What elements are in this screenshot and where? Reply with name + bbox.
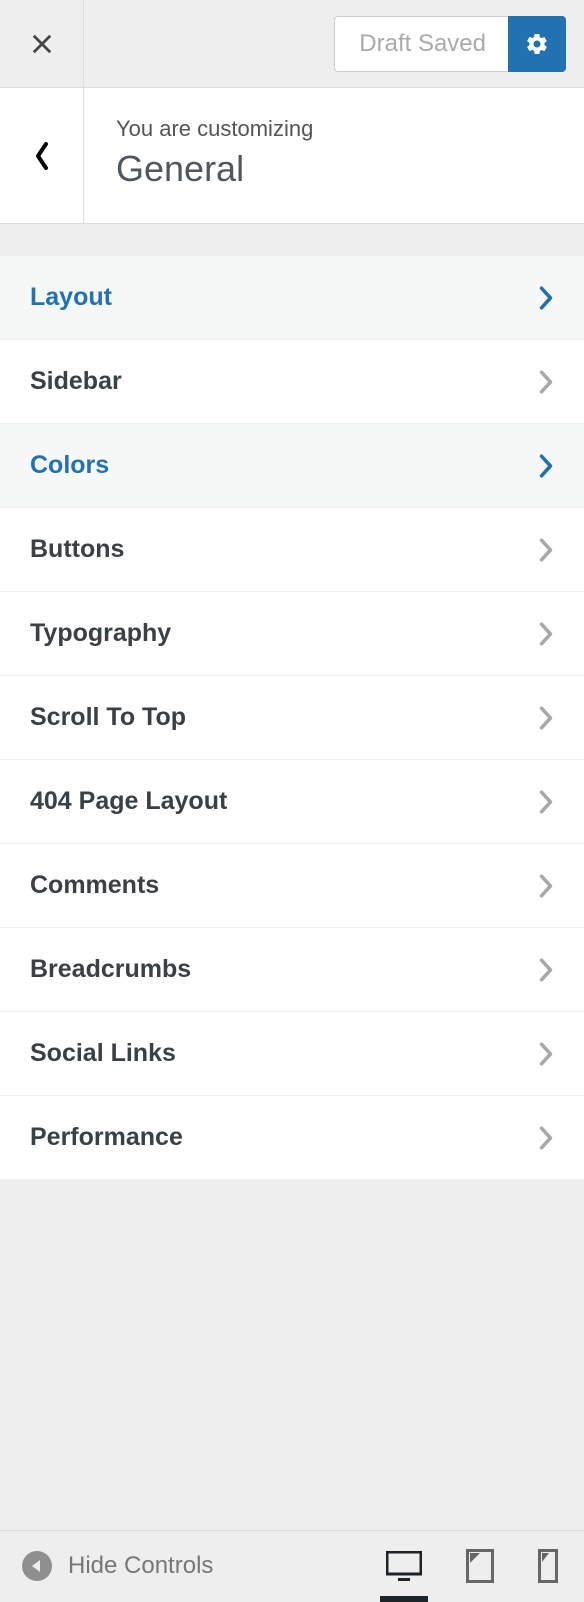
panel-title: General [116, 148, 552, 190]
chevron-right-icon [538, 872, 554, 900]
mobile-icon [538, 1549, 558, 1583]
spacer [0, 224, 584, 256]
menu-item-label: Colors [30, 451, 538, 480]
menu-item-scroll-to-top[interactable]: Scroll To Top [0, 675, 584, 760]
chevron-right-icon [538, 1124, 554, 1152]
menu-item-performance[interactable]: Performance [0, 1095, 584, 1180]
desktop-icon [386, 1551, 422, 1581]
chevron-right-icon [538, 368, 554, 396]
menu-item-typography[interactable]: Typography [0, 591, 584, 676]
panel-header: You are customizing General [0, 88, 584, 224]
menu-item-label: Performance [30, 1123, 538, 1152]
device-tablet[interactable] [466, 1531, 494, 1601]
save-status-group: Draft Saved [334, 16, 566, 72]
menu-item-label: Buttons [30, 535, 538, 564]
close-button[interactable] [0, 0, 84, 88]
panel-subtitle: You are customizing [116, 116, 552, 142]
device-switcher [386, 1531, 558, 1601]
menu-item-label: 404 Page Layout [30, 787, 538, 816]
back-button[interactable] [0, 88, 84, 223]
menu-item-buttons[interactable]: Buttons [0, 507, 584, 592]
menu-item-sidebar[interactable]: Sidebar [0, 339, 584, 424]
chevron-right-icon [538, 536, 554, 564]
gear-icon [525, 32, 549, 56]
chevron-right-icon [538, 620, 554, 648]
hide-controls-label[interactable]: Hide Controls [68, 1552, 213, 1580]
tablet-icon [466, 1549, 494, 1583]
menu-item-comments[interactable]: Comments [0, 843, 584, 928]
menu-item-label: Typography [30, 619, 538, 648]
menu-item-social-links[interactable]: Social Links [0, 1011, 584, 1096]
menu-item-breadcrumbs[interactable]: Breadcrumbs [0, 927, 584, 1012]
settings-button[interactable] [508, 16, 566, 72]
footer: Hide Controls [0, 1530, 584, 1600]
menu-item-colors[interactable]: Colors [0, 423, 584, 508]
menu-item-label: Social Links [30, 1039, 538, 1068]
device-desktop[interactable] [386, 1531, 422, 1601]
close-icon [31, 33, 53, 55]
menu-list: Layout Sidebar Colors Buttons Typography Scro… [0, 256, 584, 1180]
chevron-right-icon [538, 956, 554, 984]
draft-saved-button[interactable]: Draft Saved [334, 16, 508, 72]
chevron-left-icon [33, 141, 51, 171]
chevron-right-icon [538, 284, 554, 312]
topbar: Draft Saved [0, 0, 584, 88]
collapse-button[interactable] [22, 1551, 52, 1581]
menu-item-label: Layout [30, 283, 538, 312]
triangle-left-icon [30, 1559, 44, 1573]
chevron-right-icon [538, 704, 554, 732]
menu-item-label: Scroll To Top [30, 703, 538, 732]
menu-item-layout[interactable]: Layout [0, 255, 584, 340]
menu-item-label: Breadcrumbs [30, 955, 538, 984]
menu-item-label: Comments [30, 871, 538, 900]
chevron-right-icon [538, 788, 554, 816]
menu-item-404-page-layout[interactable]: 404 Page Layout [0, 759, 584, 844]
panel-header-text: You are customizing General [84, 88, 584, 223]
chevron-right-icon [538, 452, 554, 480]
empty-area [0, 1180, 584, 1530]
device-mobile[interactable] [538, 1531, 558, 1601]
menu-item-label: Sidebar [30, 367, 538, 396]
chevron-right-icon [538, 1040, 554, 1068]
